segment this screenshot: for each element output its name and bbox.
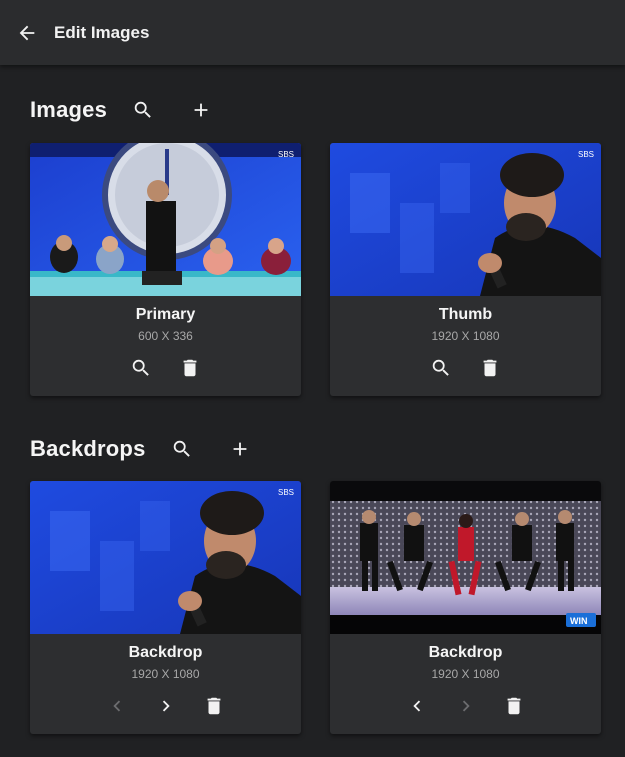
delete-backdrop-1-button[interactable]	[202, 694, 226, 718]
channel-badge: SBS	[278, 488, 294, 497]
search-icon	[173, 440, 190, 457]
backdrops-section-title: Backdrops	[30, 436, 146, 461]
search-icon	[134, 101, 151, 118]
channel-badge: SBS	[278, 150, 294, 159]
backdrop-card-1: SBS Backdrop 1920 X 1080	[30, 481, 301, 734]
add-image-button[interactable]	[189, 98, 213, 122]
chevron-left-icon	[113, 700, 121, 712]
backdrop-card-2: WIN Backdrop 1920 X 1080	[330, 481, 601, 734]
card-dimensions: 1920 X 1080	[431, 667, 500, 681]
card-dimensions: 1920 X 1080	[431, 329, 500, 343]
search-thumb-button[interactable]	[429, 356, 453, 380]
search-icon	[132, 359, 149, 376]
primary-image-thumbnail[interactable]: SBS	[30, 143, 301, 296]
card-name: Thumb	[438, 306, 493, 323]
card-name: Backdrop	[428, 644, 503, 661]
page-title: Edit Images	[54, 22, 150, 42]
back-button[interactable]	[14, 20, 40, 46]
previous-backdrop-button[interactable]	[105, 694, 129, 718]
plus-icon	[194, 103, 208, 117]
backdrop-1-thumbnail[interactable]: SBS	[30, 481, 301, 634]
card-dimensions: 1920 X 1080	[131, 667, 200, 681]
card-name: Backdrop	[128, 644, 203, 661]
image-card-thumb: SBS Thumb 1920 X 1080	[330, 143, 601, 396]
arrow-left-icon	[19, 25, 35, 40]
backdrop-2-thumbnail[interactable]: WIN	[330, 481, 601, 634]
chevron-right-icon	[162, 700, 170, 712]
images-section-title: Images	[30, 97, 108, 122]
channel-badge: SBS	[578, 150, 594, 159]
network-logo: WIN	[566, 613, 596, 627]
delete-backdrop-2-button[interactable]	[502, 694, 526, 718]
add-backdrop-button[interactable]	[228, 437, 252, 461]
next-backdrop-button[interactable]	[154, 694, 178, 718]
search-images-button[interactable]	[131, 98, 155, 122]
card-actions	[30, 694, 301, 718]
search-primary-button[interactable]	[129, 356, 153, 380]
top-app-bar: Edit Images	[0, 0, 625, 65]
image-card-primary: SBS Primary 600 X 336	[30, 143, 301, 396]
previous-backdrop-button[interactable]	[405, 694, 429, 718]
images-section-header: Images	[30, 97, 213, 123]
next-backdrop-button[interactable]	[454, 694, 478, 718]
card-name: Primary	[135, 306, 196, 323]
card-dimensions: 600 X 336	[138, 329, 193, 343]
trash-icon	[483, 359, 497, 377]
card-actions	[30, 356, 301, 380]
card-actions	[330, 356, 601, 380]
card-actions	[330, 694, 601, 718]
trash-icon	[207, 697, 221, 715]
svg-text:WIN: WIN	[570, 616, 588, 626]
delete-primary-button[interactable]	[178, 356, 202, 380]
delete-thumb-button[interactable]	[478, 356, 502, 380]
trash-icon	[507, 697, 521, 715]
chevron-right-icon	[462, 700, 470, 712]
backdrops-section-header: Backdrops	[30, 436, 252, 462]
plus-icon	[233, 442, 246, 456]
thumb-image-thumbnail[interactable]: SBS	[330, 143, 601, 296]
search-icon	[432, 359, 449, 376]
search-backdrops-button[interactable]	[170, 437, 194, 461]
chevron-left-icon	[413, 700, 421, 712]
trash-icon	[183, 359, 197, 377]
